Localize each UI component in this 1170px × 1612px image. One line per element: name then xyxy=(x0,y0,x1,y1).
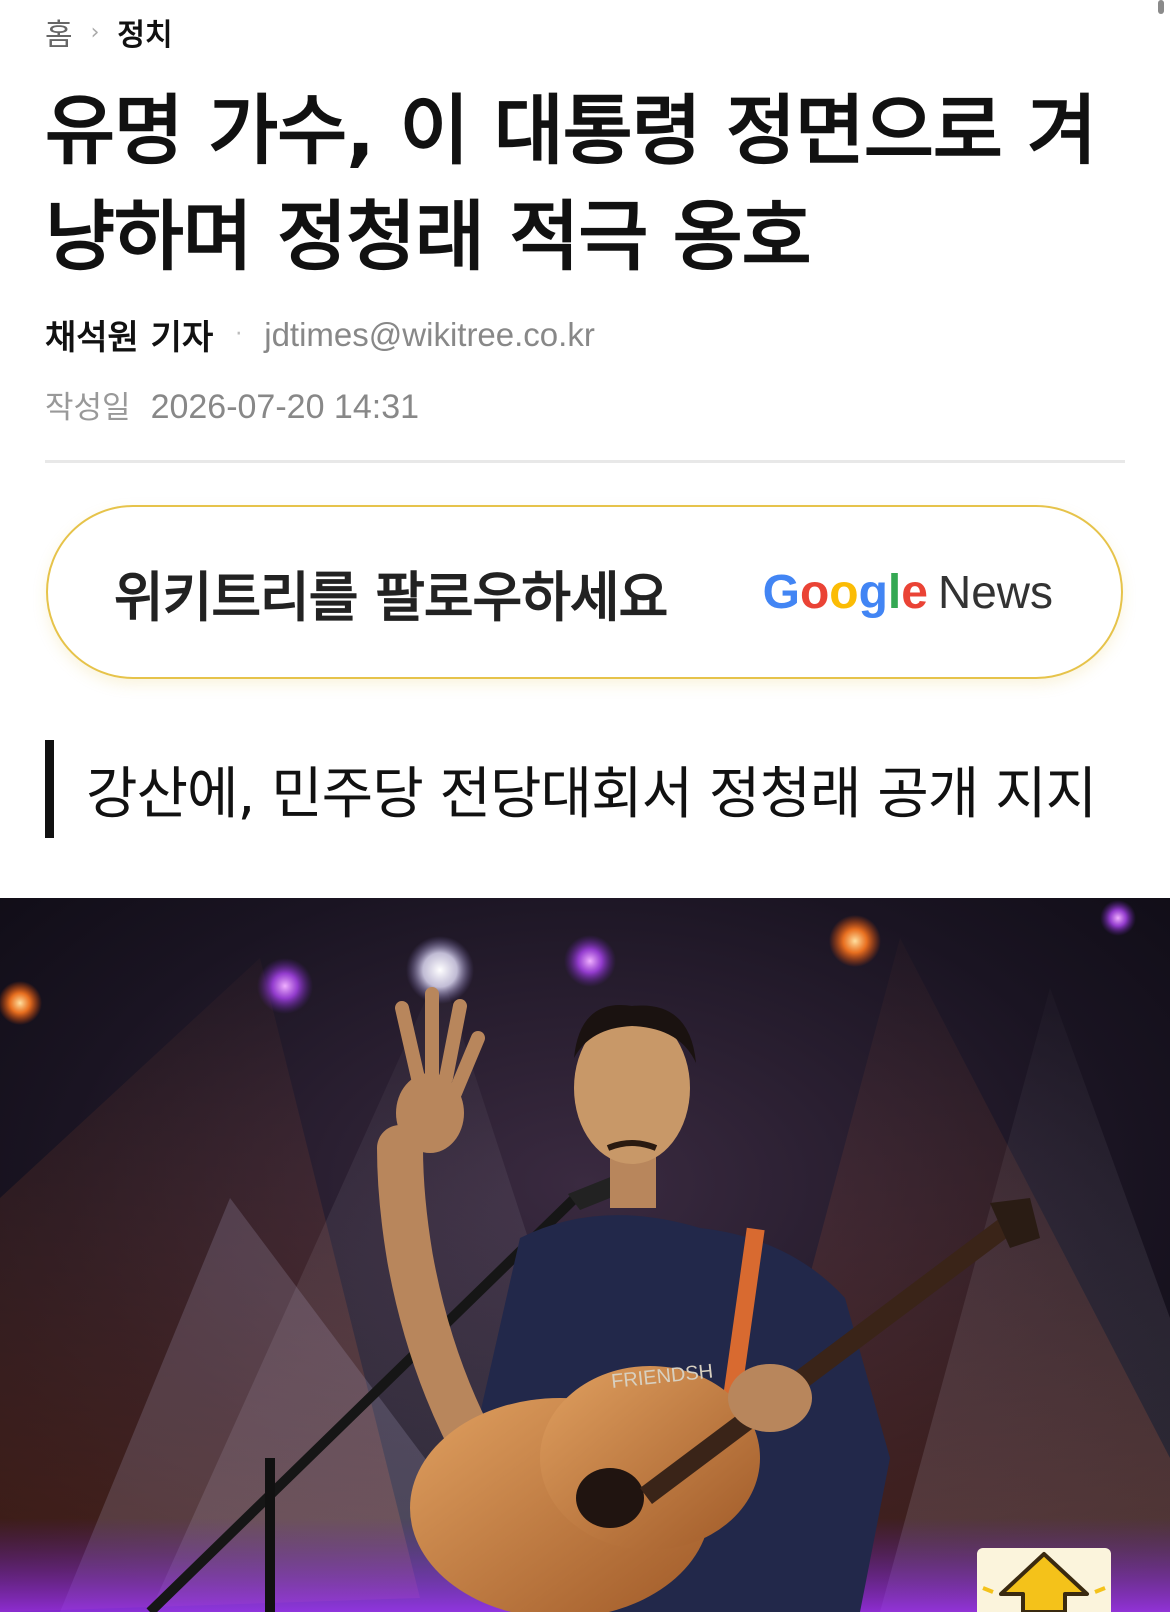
header-divider xyxy=(45,460,1125,463)
scrollbar[interactable] xyxy=(1158,0,1164,14)
arrow-up-icon xyxy=(982,1552,1106,1612)
article-page: 홈 › 정치 유명 가수, 이 대통령 정면으로 겨냥하며 정청래 적극 옹호 … xyxy=(0,0,1170,1612)
news-label: News xyxy=(937,565,1053,618)
byline: 채석원 기자 · jdtimes@wikitree.co.kr xyxy=(45,310,595,359)
dateline: 작성일 2026-07-20 14:31 xyxy=(45,382,419,427)
subheadline-text: 강산에, 민주당 전당대회서 정청래 공개 지지 xyxy=(86,761,1097,827)
article-title: 유명 가수, 이 대통령 정면으로 겨냥하며 정청래 적극 옹호 xyxy=(45,86,1097,281)
breadcrumb-home-link[interactable]: 홈 xyxy=(45,10,73,54)
google-news-follow-button[interactable]: 위키트리를 팔로우하세요 G o o g l e News xyxy=(46,505,1123,679)
google-letter: e xyxy=(901,565,928,619)
date-label: 작성일 xyxy=(45,390,131,426)
google-letter: l xyxy=(887,565,902,619)
scroll-to-top-button[interactable] xyxy=(977,1548,1111,1612)
chevron-right-icon: › xyxy=(90,19,100,45)
breadcrumb-section-link[interactable]: 정치 xyxy=(117,10,172,54)
google-letter: o xyxy=(799,565,830,619)
article-photo: FRIENDSH xyxy=(0,898,1170,1612)
concert-photo-illustration: FRIENDSH xyxy=(0,898,1170,1612)
google-letter: G xyxy=(762,565,800,619)
author-email[interactable]: jdtimes@wikitree.co.kr xyxy=(264,316,595,354)
subheadline: 강산에, 민주당 전당대회서 정청래 공개 지지 xyxy=(45,740,1097,838)
breadcrumb: 홈 › 정치 xyxy=(45,10,173,54)
author-name[interactable]: 채석원 기자 xyxy=(45,310,213,359)
google-letter: o xyxy=(829,565,859,619)
date-value: 2026-07-20 14:31 xyxy=(150,388,420,426)
follow-text: 위키트리를 팔로우하세요 xyxy=(114,565,668,629)
google-letter: g xyxy=(858,565,888,619)
google-news-logo: G o o g l e News xyxy=(763,565,1053,620)
byline-separator: · xyxy=(235,322,243,347)
